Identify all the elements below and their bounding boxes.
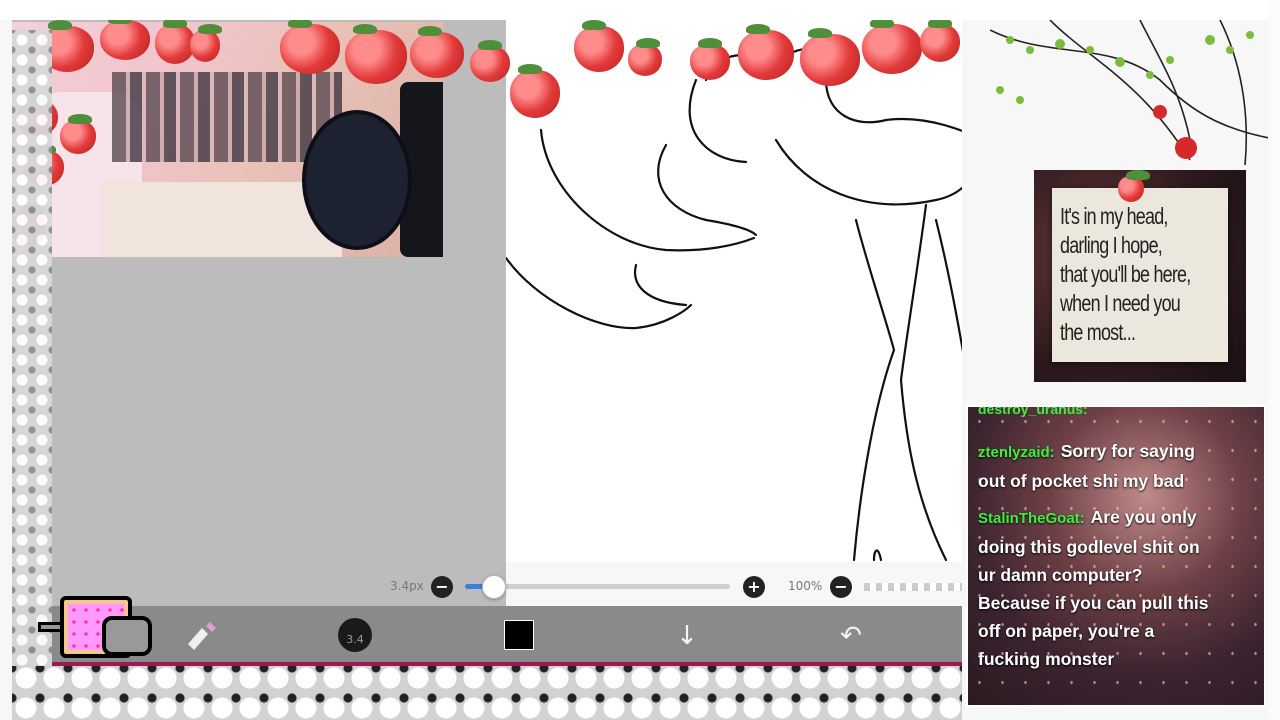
strawberry-decoration bbox=[510, 64, 560, 118]
strawberry-decoration bbox=[190, 24, 222, 62]
strawberry-decoration bbox=[920, 18, 960, 62]
brush-size-label: 3.4px bbox=[390, 579, 424, 593]
chat-message: StalinTheGoat: Are you only doing this go… bbox=[978, 503, 1248, 673]
chat-text-line: Sorry for saying bbox=[1060, 441, 1195, 461]
chat-text-line: fucking monster bbox=[978, 649, 1115, 669]
undo-icon[interactable]: ↶ bbox=[836, 618, 866, 654]
brush-controls: 3.4px − + 100% − bbox=[380, 572, 962, 602]
chat-text-line: Because if you can pull this bbox=[978, 593, 1209, 613]
chat-username-partial: destroy_uranus: bbox=[978, 405, 1088, 417]
strawberry-decoration bbox=[738, 24, 794, 80]
quote-text: It's in my head, darling I hope, that yo… bbox=[1060, 202, 1247, 347]
strawberry-decoration bbox=[410, 26, 464, 78]
nyan-cat-head bbox=[102, 616, 152, 656]
strawberry-decoration bbox=[1118, 170, 1150, 202]
quote-card: It's in my head, darling I hope, that yo… bbox=[1034, 170, 1246, 382]
brush-size-slider-thumb[interactable] bbox=[482, 575, 507, 599]
chat-text-line: doing this godlevel shit on bbox=[978, 537, 1200, 557]
brush-tool-icon[interactable] bbox=[180, 618, 220, 654]
chat-text-line: Are you only bbox=[1090, 507, 1197, 527]
strawberry-decoration bbox=[800, 28, 860, 86]
strawberry-decoration bbox=[280, 18, 340, 74]
chat-text-line: ur damn computer? bbox=[978, 565, 1143, 585]
strawberry-decoration bbox=[60, 114, 96, 154]
strawberry-decoration bbox=[345, 24, 407, 84]
strawberry-decoration bbox=[862, 18, 922, 74]
opacity-label: 100% bbox=[788, 579, 823, 593]
quote-line: darling I hope, bbox=[1060, 232, 1163, 258]
lace-border-left bbox=[12, 30, 52, 670]
quote-paper: It's in my head, darling I hope, that yo… bbox=[1052, 188, 1228, 362]
brush-size-badge: 3.4 bbox=[338, 618, 372, 652]
brush-size-decrease-button[interactable]: − bbox=[431, 576, 453, 598]
chat-text-line: out of pocket shi my bad bbox=[978, 471, 1185, 491]
download-icon[interactable]: ↓ bbox=[672, 618, 702, 654]
strawberry-decoration bbox=[470, 40, 510, 82]
top-border bbox=[0, 0, 1280, 20]
strawberry-decoration bbox=[155, 18, 195, 64]
quote-line: when I need you bbox=[1060, 290, 1181, 316]
quote-line: the most... bbox=[1060, 319, 1136, 345]
line-art bbox=[506, 47, 962, 562]
strawberry-decoration bbox=[100, 14, 150, 60]
chat-text-line: off on paper, you're a bbox=[978, 621, 1155, 641]
lace-border-bottom bbox=[12, 666, 962, 720]
nyan-cat bbox=[36, 596, 156, 666]
drawing-canvas[interactable] bbox=[506, 20, 962, 562]
chat-username: StalinTheGoat: bbox=[978, 510, 1085, 527]
brush-size-indicator[interactable]: 3.4 bbox=[338, 618, 372, 654]
vine-decoration bbox=[990, 20, 1280, 166]
brush-size-slider[interactable] bbox=[465, 575, 730, 599]
chat-username: ztenlyzaid: bbox=[978, 444, 1055, 461]
webcam-pop-filter bbox=[302, 110, 412, 250]
right-border bbox=[1268, 0, 1280, 720]
quote-line: that you'll be here, bbox=[1060, 261, 1191, 287]
opacity-slider[interactable] bbox=[864, 583, 962, 591]
opacity-decrease-button[interactable]: − bbox=[830, 576, 852, 598]
color-swatch bbox=[504, 620, 534, 650]
stream-scene: It's in my head, darling I hope, that yo… bbox=[0, 0, 1280, 720]
chat-overlay: destroy_uranus: ztenlyzaid: Sorry for say… bbox=[966, 405, 1266, 707]
color-swatch-icon[interactable] bbox=[504, 618, 536, 654]
quote-line: It's in my head, bbox=[1060, 203, 1168, 229]
strawberry-decoration bbox=[574, 20, 624, 72]
chat-message: ztenlyzaid: Sorry for saying out of pocke… bbox=[978, 437, 1248, 495]
brush-size-increase-button[interactable]: + bbox=[743, 576, 765, 598]
strawberry-decoration bbox=[628, 38, 662, 76]
strawberry-decoration bbox=[690, 38, 730, 80]
